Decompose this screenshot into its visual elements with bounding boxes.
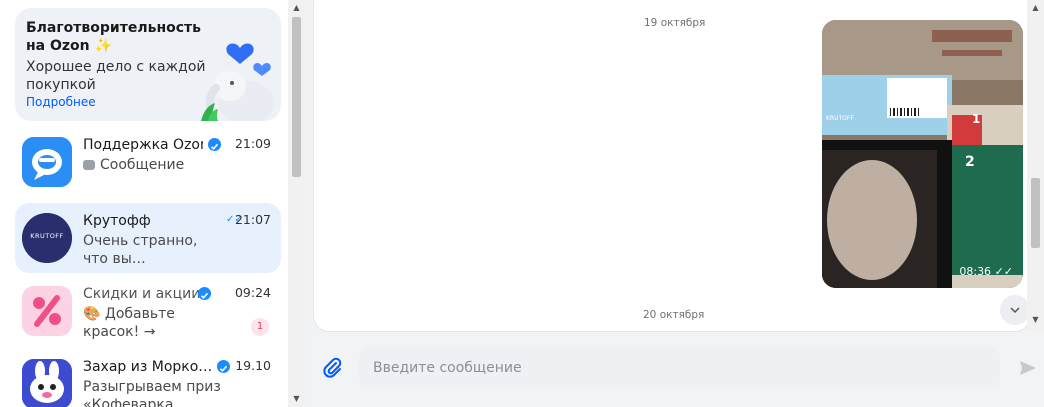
avatar [22,137,72,187]
verified-icon [208,138,221,151]
conversation-pane: 19 октября KRUTOFF 2 1 08:36 ✓✓ 20 октяб… [305,0,1044,407]
photo-time-text: 08:36 [959,265,992,278]
promo-title: Благотворительность на Ozon ✨ [26,20,201,54]
chat-preview: Сообщение [83,156,233,174]
promo-subtitle: Хорошее дело с каждой покупкой [26,59,206,93]
chat-preview-text: Сообщение [100,157,185,173]
avatar: KRUTOFF [22,213,72,263]
scroll-up-arrow-icon[interactable]: ▲ [292,4,301,12]
chat-name: Скидки и акции [83,286,201,302]
photo-label-1: 1 [972,112,981,126]
charity-promo-card[interactable]: Благотворительность на Ozon ✨ Хорошее де… [15,8,281,121]
photo-image [822,20,1023,288]
unread-badge: 1 [251,318,269,336]
scroll-to-bottom-button[interactable] [1000,295,1030,325]
verified-icon [198,287,211,300]
photo-timestamp: 08:36 ✓✓ [959,265,1013,278]
sidebar-scroll-thumb[interactable] [292,17,301,177]
chat-item-ozon-support[interactable]: Поддержка Ozon 21:09 Сообщение [15,127,281,197]
chat-time: 21:09 [234,136,271,151]
chat-item-krutoff[interactable]: KRUTOFF Крутофф ✓✓ 21:07 Очень странно, … [15,203,281,273]
chat-name: Захар из Морко… [83,359,211,375]
elephant-hearts-illustration [201,43,274,121]
message-input[interactable] [359,348,1000,387]
chat-bubble-icon [83,160,95,170]
chat-time: 21:07 [234,212,271,227]
chat-name: Поддержка Ozon [83,137,203,153]
photo-label-krutoff: KRUTOFF [826,115,854,122]
ozon-support-logo-icon [22,137,72,187]
paperclip-icon[interactable] [321,357,343,379]
percent-icon [22,286,72,336]
avatar-text: KRUTOFF [30,232,64,240]
conversation-scrollbar[interactable]: ▲ ▼ [1027,0,1044,330]
scroll-down-arrow-icon[interactable]: ▼ [292,395,301,403]
photo-label-2: 2 [965,154,975,170]
chat-preview: Очень странно, что вы… [83,233,198,267]
promo-more-link[interactable]: Подробнее [26,95,96,109]
scroll-up-arrow-icon[interactable]: ▲ [1031,4,1040,12]
date-separator: 20 октября [643,309,705,321]
chat-item-zakhar[interactable]: Захар из Морко… 19.10 Разыгрываем приз «… [15,349,281,407]
send-icon[interactable] [1018,358,1038,378]
date-separator: 19 октября [644,17,706,29]
chat-preview: 🎨 Добавьте красок! → [83,306,175,340]
sidebar-scrollbar[interactable]: ▲ ▼ [288,0,305,407]
conversation-scroll-thumb[interactable] [1031,178,1040,248]
read-ticks-icon: ✓✓ [994,265,1013,278]
chat-sidebar: Благотворительность на Ozon ✨ Хорошее де… [0,0,288,407]
rabbit-mascot-icon [22,359,72,407]
verified-icon [217,360,230,373]
chat-name: Крутофф [83,213,151,229]
scroll-down-arrow-icon[interactable]: ▼ [1031,316,1040,324]
avatar [22,286,72,336]
avatar [22,359,72,407]
chat-time: 19.10 [235,358,271,373]
chat-time: 09:24 [234,285,271,300]
chat-preview: Разыгрываем приз «Кофеварка [83,379,221,407]
chevron-down-icon [1010,307,1020,314]
photo-message[interactable]: KRUTOFF 2 1 08:36 ✓✓ [822,20,1023,288]
chat-item-discounts[interactable]: Скидки и акции 09:24 🎨 Добавьте красок! … [15,276,281,346]
messages-panel: 19 октября KRUTOFF 2 1 08:36 ✓✓ 20 октяб… [313,0,1031,332]
